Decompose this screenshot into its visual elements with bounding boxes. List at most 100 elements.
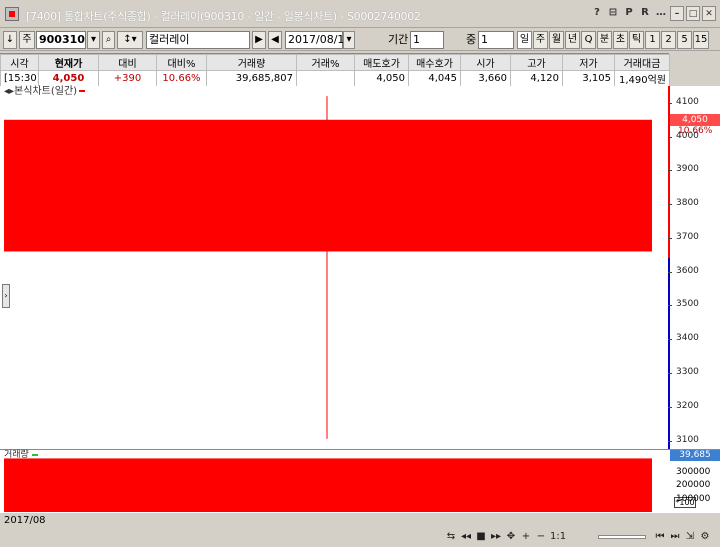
interval-tab[interactable]: Q — [581, 31, 596, 49]
close-button[interactable]: ✕ — [702, 6, 716, 21]
stock-code-input[interactable]: 900310 — [36, 31, 86, 49]
first-icon[interactable]: ⏮ — [654, 530, 666, 544]
candle-body[interactable] — [4, 119, 652, 252]
interval-tab[interactable]: 틱 — [629, 31, 644, 49]
rewind-icon[interactable]: ◂◂ — [460, 530, 472, 544]
interval-tab[interactable]: 2 — [661, 31, 676, 49]
y-tick-mark — [668, 406, 672, 408]
forward-icon[interactable]: ▸▸ — [490, 530, 502, 544]
y-tick-mark — [668, 440, 672, 442]
y-tick-mark — [668, 237, 672, 239]
maximize-button[interactable]: □ — [686, 6, 700, 21]
chart-toolbar: ↓ 주 900310 ▾ ⌕ ↕▾ 컬러레이 ▶ ◀ 2017/08/10 ▾ … — [0, 29, 720, 51]
interval-tab[interactable]: 일 — [517, 31, 532, 49]
y-tick-mark — [668, 102, 672, 104]
quote-panel: 시각 현재가 대비 대비% 거래량 거래% 매도호가 매수호가 시가 고가 저가 거래대금 [15:3… — [0, 53, 670, 87]
quote-header-cell: 고가 — [510, 54, 563, 71]
period-label: 기간 — [388, 33, 409, 46]
volume-plot[interactable] — [0, 450, 668, 514]
stop-icon[interactable]: ■ — [475, 530, 487, 544]
interval-tab[interactable]: 5 — [677, 31, 692, 49]
quote-value-row: [15:30] 4,050 +390 10.66% 39,685,807 4,050 4,0… — [0, 70, 670, 87]
zoom-out-icon[interactable]: − — [535, 530, 547, 544]
chart-end-controls: ⏮ ⏭ ⇲ ⚙ — [654, 530, 711, 544]
zoom-in-icon[interactable]: + — [520, 530, 532, 544]
pan-icon[interactable]: ✥ — [505, 530, 517, 544]
interval-tab[interactable]: 초 — [613, 31, 628, 49]
y-tick-label: 4000 — [676, 130, 699, 141]
qty-input[interactable]: 1 — [478, 31, 514, 49]
quote-header-cell: 현재가 — [38, 54, 99, 71]
current-price-tag: 4,050 — [670, 113, 720, 126]
candlestick-plot[interactable] — [0, 86, 668, 449]
minimize-button[interactable]: – — [670, 6, 684, 21]
sort-icon[interactable]: ↕▾ — [117, 31, 143, 49]
zoom-slider[interactable] — [598, 535, 646, 539]
quote-value-cell: [15:30] — [0, 70, 39, 87]
interval-tab[interactable]: 년 — [565, 31, 580, 49]
calendar-dropdown-icon[interactable]: ▾ — [343, 31, 355, 49]
market-button[interactable]: 주 — [19, 31, 35, 49]
quote-value-cell: 4,050 — [354, 70, 409, 87]
layout-icon[interactable]: ⊟ — [606, 6, 620, 21]
ratio-icon[interactable]: 1:1 — [550, 530, 566, 544]
reset-icon[interactable]: R — [638, 6, 652, 21]
y-tick-label: 3600 — [676, 265, 699, 276]
y-tick-label: 3500 — [676, 299, 699, 310]
quote-header-cell: 거래량 — [206, 54, 297, 71]
interval-tab[interactable]: 15 — [693, 31, 709, 49]
print-icon[interactable]: P — [622, 6, 636, 21]
price-chart[interactable]: ◂▸본식차트(일간) › 4,050 10.66% 4100 4000 3900 38… — [0, 86, 720, 449]
next-icon[interactable]: ▶ — [252, 31, 266, 49]
interval-tab[interactable]: 주 — [533, 31, 548, 49]
quote-header-cell: 저가 — [562, 54, 615, 71]
scroll-handle[interactable]: › — [2, 284, 10, 308]
quote-header-cell: 매수호가 — [408, 54, 461, 71]
more-icon[interactable]: … — [654, 6, 668, 21]
y-tick-mark — [668, 170, 672, 172]
y-tick-label: 3200 — [676, 400, 699, 411]
prev-icon[interactable]: ◀ — [268, 31, 282, 49]
interval-tab[interactable]: 월 — [549, 31, 564, 49]
last-icon[interactable]: ⏭ — [669, 530, 681, 544]
quote-value-cell: 4,045 — [408, 70, 461, 87]
y-tick-label: 3700 — [676, 231, 699, 242]
y-tick-label: 3900 — [676, 164, 699, 175]
quote-header-cell: 시각 — [0, 54, 39, 71]
title-bar-controls: ? ⊟ P R … – □ ✕ — [590, 6, 716, 21]
help-icon[interactable]: ? — [590, 6, 604, 21]
y-tick-label: 3800 — [676, 198, 699, 209]
quote-header-cell: 거래대금 — [614, 54, 670, 71]
y-tick-mark — [668, 339, 672, 341]
price-axis: 4,050 10.66% 4100 4000 3900 3800 3700 3600 350… — [668, 86, 720, 449]
volume-bar[interactable] — [4, 458, 652, 512]
mode-button[interactable]: ↓ — [3, 31, 17, 49]
search-icon[interactable]: ⌕ — [102, 31, 115, 49]
quote-header-cell: 거래% — [296, 54, 355, 71]
volume-tick-label: 200000 — [676, 480, 711, 490]
axis-up-band — [668, 86, 670, 259]
volume-chart[interactable]: 거래량 39,685 *100 300000 200000 100000 — [0, 449, 720, 514]
settings-icon[interactable]: ⚙ — [699, 530, 711, 544]
x-axis-date-label: 2017/08 — [4, 515, 46, 526]
date-input[interactable]: 2017/08/10 — [285, 31, 351, 49]
interval-tab[interactable]: 분 — [597, 31, 612, 49]
y-tick-mark — [668, 373, 672, 375]
quote-value-cell: 4,120 — [510, 70, 563, 87]
chart-navigation: ⇆ ◂◂ ■ ▸▸ ✥ + − 1:1 — [445, 530, 566, 544]
quote-header-cell: 대비 — [98, 54, 157, 71]
window-title: [7400] 통합차트(주식종합) - 컬러레이(900310 - 일간 - 일… — [26, 10, 421, 23]
interval-tab[interactable]: 1 — [645, 31, 660, 49]
volume-tick-label: 100000 — [676, 493, 711, 504]
export-icon[interactable]: ⇲ — [684, 530, 696, 544]
y-tick-mark — [668, 271, 672, 273]
y-tick-label: 3400 — [676, 333, 699, 344]
scroll-mode-icon[interactable]: ⇆ — [445, 530, 457, 544]
code-dropdown-icon[interactable]: ▾ — [87, 31, 100, 49]
period-input[interactable]: 1 — [410, 31, 444, 49]
volume-axis: 39,685 *100 300000 200000 100000 — [668, 450, 720, 514]
volume-tick-label: 300000 — [676, 466, 711, 477]
stock-name-field[interactable]: 컬러레이 — [146, 31, 250, 49]
quote-table: 시각 현재가 대비 대비% 거래량 거래% 매도호가 매수호가 시가 고가 저가 거래대금 [15:3… — [0, 54, 670, 87]
quote-header-cell: 대비% — [156, 54, 207, 71]
